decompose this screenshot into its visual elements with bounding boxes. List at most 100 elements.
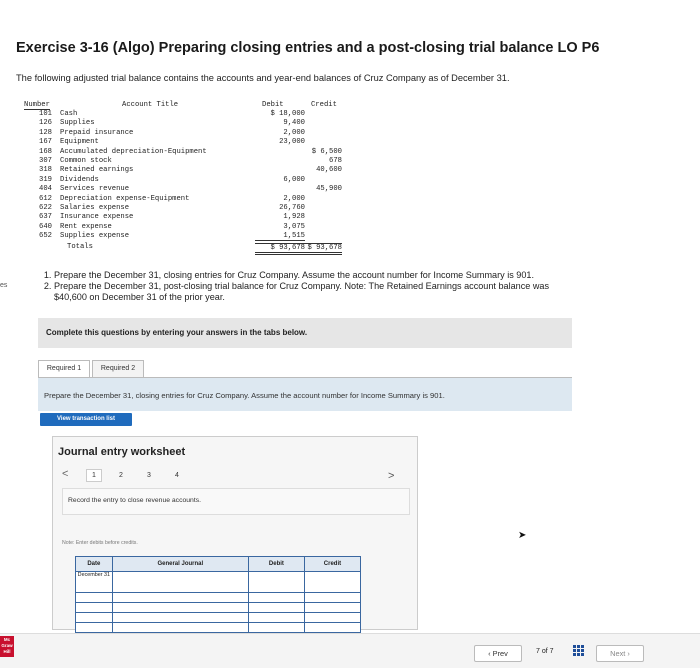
- worksheet-page-1[interactable]: 1: [86, 469, 102, 482]
- debit-header: Debit: [262, 101, 284, 109]
- account-number: 640: [39, 222, 52, 231]
- tab-required-2[interactable]: Required 2: [92, 360, 144, 378]
- number-header: Number: [24, 101, 50, 110]
- account-name: Salaries expense: [60, 203, 130, 212]
- worksheet-page-4[interactable]: 4: [170, 470, 184, 481]
- journal-row: December 31: [75, 571, 362, 593]
- trial-balance-row: 318 Retained earnings 40,600: [22, 166, 350, 175]
- totals-credit: $ 93,678: [294, 243, 342, 256]
- date-cell[interactable]: [75, 592, 113, 603]
- mcgraw-hill-logo: Mc Graw Hill: [0, 636, 14, 657]
- trial-balance-row: 622 Salaries expense 26,760: [22, 204, 350, 213]
- journal-row: [75, 592, 362, 603]
- credit-input-cell[interactable]: [303, 602, 362, 613]
- chevron-right-icon[interactable]: >: [388, 470, 394, 482]
- tab-prompt-panel: Prepare the December 31, closing entries…: [38, 377, 572, 411]
- journal-row: [75, 622, 362, 633]
- trial-balance-row: 640 Rent expense 3,075: [22, 223, 350, 232]
- credit-amount: 40,600: [316, 166, 342, 175]
- tab-prompt: Prepare the December 31, closing entries…: [44, 391, 445, 400]
- account-number: 318: [39, 166, 52, 175]
- left-edge-text: es: [0, 282, 8, 289]
- credit-header: Credit: [311, 101, 337, 109]
- totals-label: Totals: [67, 243, 93, 252]
- journal-entry-table: Date General Journal Debit Credit Decemb…: [75, 556, 362, 633]
- mouse-cursor-icon: ➤: [518, 530, 527, 541]
- account-number: 637: [39, 213, 52, 222]
- credit-input-cell[interactable]: [303, 592, 362, 603]
- instruction-2: Prepare the December 31, post-closing tr…: [54, 281, 558, 303]
- instruction-1: Prepare the December 31, closing entries…: [54, 270, 558, 281]
- trial-balance-row: 637 Insurance expense 1,928: [22, 213, 350, 222]
- complete-text: Complete this questions by entering your…: [46, 328, 308, 337]
- prev-button[interactable]: ‹ Prev: [474, 645, 522, 662]
- debit-amount: 23,000: [279, 138, 305, 147]
- account-name: Equipment: [60, 138, 99, 147]
- debit-amount: 1,928: [283, 213, 305, 222]
- debit-input-cell[interactable]: [247, 592, 305, 603]
- journal-account-cell[interactable]: [111, 592, 249, 603]
- trial-balance-row: 126 Supplies 9,400: [22, 119, 350, 128]
- complete-banner: Complete this questions by entering your…: [38, 318, 572, 348]
- debit-input-cell[interactable]: [247, 602, 305, 613]
- account-name: Supplies: [60, 119, 95, 128]
- debit-input-cell[interactable]: [247, 612, 305, 623]
- page-of: of: [541, 648, 548, 655]
- debits-note: Note: Enter debits before credits.: [62, 540, 138, 546]
- instructions: Prepare the December 31, closing entries…: [38, 270, 558, 303]
- credit-input-cell[interactable]: [303, 622, 362, 633]
- date-cell[interactable]: [75, 612, 113, 623]
- journal-row: [75, 612, 362, 623]
- date-cell[interactable]: December 31: [75, 571, 113, 593]
- account-name: Common stock: [60, 156, 112, 165]
- account-name: Dividends: [60, 175, 99, 184]
- trial-balance-totals: Totals $ 93,678 $ 93,678: [22, 243, 350, 256]
- debit-amount: 9,400: [283, 119, 305, 128]
- next-button[interactable]: Next ›: [596, 645, 644, 662]
- credit-input-cell[interactable]: [303, 612, 362, 623]
- account-number: 612: [39, 194, 52, 203]
- record-instruction: Record the entry to close revenue accoun…: [68, 497, 201, 504]
- journal-account-cell[interactable]: [111, 571, 249, 593]
- trial-balance-row: 128 Prepaid insurance 2,000: [22, 129, 350, 138]
- account-number: 622: [39, 203, 52, 212]
- trial-balance-row: 307 Common stock 678: [22, 157, 350, 166]
- grid-icon[interactable]: [573, 645, 584, 656]
- account-number: 168: [39, 147, 52, 156]
- worksheet-page-3[interactable]: 3: [142, 470, 156, 481]
- view-transaction-list-button[interactable]: View transaction list: [40, 413, 132, 426]
- debit-column-header: Debit: [247, 556, 305, 572]
- account-title-header: Account Title: [122, 101, 179, 109]
- credit-amount: $ 6,500: [311, 147, 342, 156]
- account-name: Accumulated depreciation-Equipment: [60, 147, 207, 156]
- date-column-header: Date: [75, 556, 113, 572]
- account-name: Depreciation expense-Equipment: [60, 194, 190, 203]
- journal-account-cell[interactable]: [111, 602, 249, 613]
- date-cell[interactable]: [75, 602, 113, 613]
- journal-account-cell[interactable]: [111, 622, 249, 633]
- debit-amount: 2,000: [283, 194, 305, 203]
- account-name: Rent expense: [60, 222, 112, 231]
- account-name: Retained earnings: [60, 166, 134, 175]
- credit-input-cell[interactable]: [303, 571, 362, 593]
- account-number: 307: [39, 156, 52, 165]
- chevron-left-icon[interactable]: <: [62, 468, 68, 480]
- journal-account-cell[interactable]: [111, 612, 249, 623]
- account-number: 128: [39, 128, 52, 137]
- prev-label: Prev: [492, 649, 508, 658]
- debit-input-cell[interactable]: [247, 622, 305, 633]
- trial-balance-row: 101 Cash $ 18,000: [22, 110, 350, 119]
- debit-amount: $ 18,000: [270, 110, 305, 118]
- date-cell[interactable]: [75, 622, 113, 633]
- worksheet-page-2[interactable]: 2: [114, 470, 128, 481]
- tab-required-1[interactable]: Required 1: [38, 360, 90, 378]
- account-number: 652: [39, 232, 52, 241]
- account-name: Cash: [60, 110, 78, 118]
- journal-row: [75, 602, 362, 613]
- debit-amount: 1,515: [255, 232, 305, 242]
- debit-amount: 6,000: [283, 175, 305, 184]
- trial-balance-header: Number Account Title Debit Credit: [22, 100, 350, 110]
- debit-amount: 3,075: [283, 222, 305, 231]
- debit-input-cell[interactable]: [247, 571, 305, 593]
- account-number: 126: [39, 119, 52, 128]
